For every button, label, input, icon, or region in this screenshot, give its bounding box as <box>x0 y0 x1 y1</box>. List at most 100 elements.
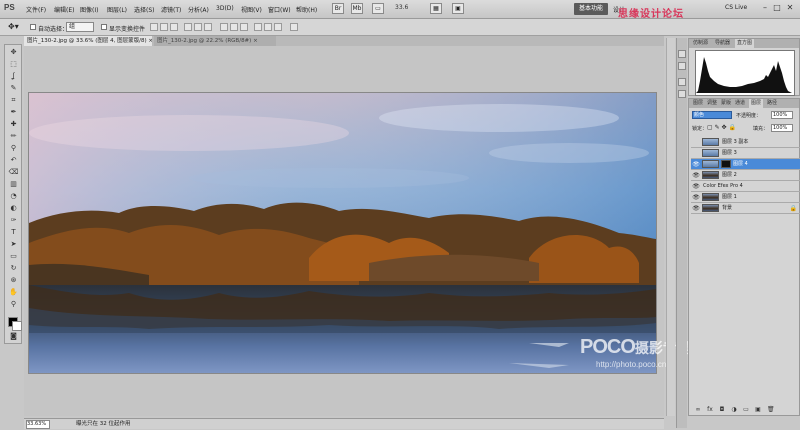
eye-icon[interactable]: 👁 <box>692 204 700 213</box>
tab-layers[interactable]: 图层 <box>749 99 764 108</box>
eyedropper-tool-icon[interactable]: ✒ <box>8 108 19 117</box>
mini-bridge-icon[interactable]: Mb <box>351 3 363 14</box>
extras-icon[interactable]: ▭ <box>372 3 384 14</box>
distribute-left-icon[interactable] <box>254 23 262 31</box>
eraser-tool-icon[interactable]: ⌫ <box>8 168 19 177</box>
document-tab-2[interactable]: 图片_130-2.jpg @ 22.2% (RGB/8#) × <box>154 36 276 46</box>
status-zoom-field[interactable]: 33.63% <box>26 420 50 429</box>
lock-icons[interactable]: ▢ ✎ ✥ 🔒 <box>707 124 736 131</box>
layer-visibility-toggle[interactable] <box>692 138 700 147</box>
tab-channels[interactable]: 通道 <box>733 99 747 108</box>
hand-tool-icon[interactable]: ✋ <box>8 288 19 297</box>
shape-tool-icon[interactable]: ▭ <box>8 252 19 261</box>
tab-layers-alt[interactable]: 图层 <box>691 99 705 108</box>
brush-panel-icon[interactable] <box>678 78 686 86</box>
zoom-tool-icon[interactable]: ⚲ <box>8 300 19 309</box>
crop-tool-icon[interactable]: ⌗ <box>8 96 19 105</box>
tab-masks[interactable]: 蒙版 <box>719 99 733 108</box>
tab-histogram[interactable]: 直方图 <box>735 39 755 48</box>
eye-icon[interactable]: 👁 <box>692 171 700 180</box>
eye-icon[interactable]: 👁 <box>692 193 700 202</box>
show-transform-checkbox[interactable] <box>101 24 107 30</box>
menu-layer[interactable]: 图层(L) <box>107 5 127 14</box>
move-tool-icon[interactable]: ✥ <box>8 48 19 57</box>
align-right-icon[interactable] <box>204 23 212 31</box>
3d-rotate-tool-icon[interactable]: ↻ <box>8 264 19 273</box>
align-bottom-icon[interactable] <box>170 23 178 31</box>
layer-row[interactable]: 👁 图层 1 <box>691 192 800 203</box>
maximize-icon[interactable]: □ <box>772 3 782 13</box>
new-group-icon[interactable]: ▭ <box>743 407 749 413</box>
layer-mask-thumbnail[interactable] <box>721 160 731 168</box>
new-layer-icon[interactable]: ▣ <box>755 407 761 413</box>
menu-image[interactable]: 图像(I) <box>80 5 98 14</box>
dodge-tool-icon[interactable]: ◐ <box>8 204 19 213</box>
3d-orbit-tool-icon[interactable]: ⊛ <box>8 276 19 285</box>
layer-row[interactable]: 👁 Color Efex Pro 4 <box>691 181 800 192</box>
distribute-vcenter-icon[interactable] <box>230 23 238 31</box>
landscape-photo[interactable] <box>28 92 657 374</box>
bridge-icon[interactable]: Br <box>332 3 344 14</box>
align-hcenter-icon[interactable] <box>194 23 202 31</box>
delete-layer-icon[interactable]: 🗑 <box>767 407 775 413</box>
marquee-tool-icon[interactable]: ⬚ <box>8 60 19 69</box>
distribute-hcenter-icon[interactable] <box>264 23 272 31</box>
layer-row[interactable]: 图层 3 <box>691 148 800 159</box>
blend-mode-select[interactable]: 颜色 <box>692 111 732 119</box>
workspace-essentials-button[interactable]: 基本功能 <box>574 3 608 15</box>
arrange-icon[interactable]: ▦ <box>430 3 442 14</box>
canvas-area[interactable]: POCO摄影专题 http://photo.poco.cn/ <box>24 46 691 416</box>
layer-row[interactable]: 👁 图层 2 <box>691 170 800 181</box>
cs-live-button[interactable]: CS Live <box>725 4 747 11</box>
layer-row[interactable]: 👁 背景 🔒 <box>691 203 800 214</box>
tab-navigator[interactable]: 导航器 <box>713 39 732 48</box>
menu-window[interactable]: 窗口(W) <box>268 5 291 14</box>
brush-tool-icon[interactable]: ✏ <box>8 132 19 141</box>
distribute-top-icon[interactable] <box>220 23 228 31</box>
close-icon[interactable]: ✕ <box>785 3 795 13</box>
fill-field[interactable]: 100% <box>771 124 793 132</box>
actions-panel-icon[interactable] <box>678 62 686 70</box>
layer-visibility-toggle[interactable] <box>692 149 700 158</box>
align-left-icon[interactable] <box>184 23 192 31</box>
history-brush-tool-icon[interactable]: ↶ <box>8 156 19 165</box>
layer-style-icon[interactable]: fx <box>707 407 713 413</box>
auto-align-icon[interactable] <box>290 23 298 31</box>
menu-help[interactable]: 帮助(H) <box>296 5 317 14</box>
auto-select-dropdown[interactable]: 组 <box>66 22 94 32</box>
align-top-icon[interactable] <box>150 23 158 31</box>
minimize-icon[interactable]: – <box>760 3 770 13</box>
clone-source-panel-icon[interactable] <box>678 90 686 98</box>
canvas-vertical-scrollbar[interactable] <box>666 38 675 416</box>
tab-clone-source[interactable]: 仿制源 <box>691 39 710 48</box>
menu-view[interactable]: 视图(V) <box>241 5 262 14</box>
screen-mode-icon[interactable]: ▣ <box>452 3 464 14</box>
menu-file[interactable]: 文件(F) <box>26 5 46 14</box>
tab-paths[interactable]: 路径 <box>765 99 779 108</box>
pen-tool-icon[interactable]: ✑ <box>8 216 19 225</box>
menu-edit[interactable]: 编辑(E) <box>54 5 74 14</box>
document-tab-1[interactable]: 图片_130-2.jpg @ 33.6% (图层 4, 图层蒙版/8) × <box>24 36 152 46</box>
clone-stamp-tool-icon[interactable]: ⚲ <box>8 144 19 153</box>
add-mask-icon[interactable]: ◘ <box>719 407 725 413</box>
gradient-tool-icon[interactable]: ▥ <box>8 180 19 189</box>
menu-select[interactable]: 选择(S) <box>134 5 155 14</box>
eye-icon[interactable]: 👁 <box>692 182 700 191</box>
move-tool-preset-icon[interactable]: ✥▾ <box>8 22 19 31</box>
eye-icon[interactable]: 👁 <box>692 160 700 169</box>
healing-brush-tool-icon[interactable]: ✚ <box>8 120 19 129</box>
tab-adjustments[interactable]: 调整 <box>705 99 719 108</box>
menu-filter[interactable]: 滤镜(T) <box>161 5 181 14</box>
align-vcenter-icon[interactable] <box>160 23 168 31</box>
adjustment-layer-icon[interactable]: ◑ <box>731 407 737 413</box>
auto-select-checkbox[interactable] <box>30 24 36 30</box>
distribute-bottom-icon[interactable] <box>240 23 248 31</box>
layer-row[interactable]: 图层 3 副本 <box>691 137 800 148</box>
type-tool-icon[interactable]: T <box>8 228 19 237</box>
menu-3d[interactable]: 3D(D) <box>216 5 234 12</box>
blur-tool-icon[interactable]: ◔ <box>8 192 19 201</box>
link-layers-icon[interactable]: ∞ <box>695 407 701 413</box>
zoom-level-field[interactable]: 33.6 <box>395 4 423 13</box>
background-color-swatch[interactable] <box>12 321 22 331</box>
opacity-field[interactable]: 100% <box>771 111 793 119</box>
